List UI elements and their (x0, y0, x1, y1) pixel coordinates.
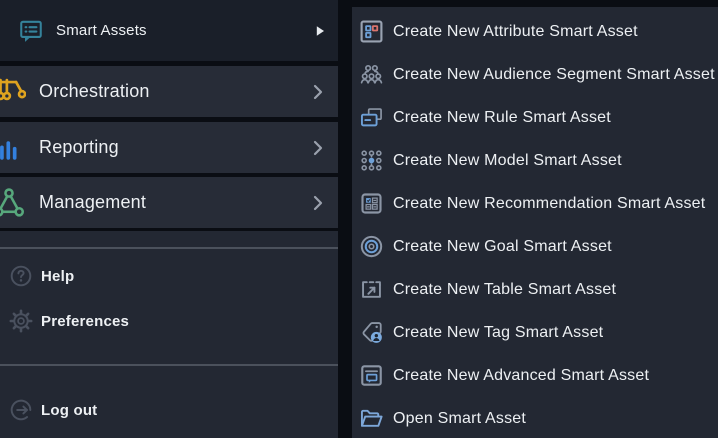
menu-item-create-table[interactable]: Create New Table Smart Asset (352, 268, 718, 311)
sidebar-secondary-section: Help Preferences (0, 249, 338, 364)
sidebar: Smart Assets Orchestration (0, 0, 338, 438)
menu-item-create-rule[interactable]: Create New Rule Smart Asset (352, 96, 718, 139)
sidebar-item-reporting[interactable]: Reporting (0, 122, 338, 173)
sidebar-item-label: Management (39, 192, 146, 213)
sidebar-spacer (0, 231, 338, 247)
sidebar-item-label: Help (41, 268, 74, 285)
sidebar-item-label: Preferences (41, 313, 129, 330)
goal-icon (358, 233, 385, 260)
sidebar-item-label: Smart Assets (56, 22, 147, 39)
menu-item-create-advanced[interactable]: Create New Advanced Smart Asset (352, 354, 718, 397)
sidebar-item-label: Reporting (39, 137, 119, 158)
menu-item-create-tag[interactable]: Create New Tag Smart Asset (352, 311, 718, 354)
chat-list-icon (17, 17, 45, 45)
logout-arrow-icon (6, 395, 36, 425)
triangle-right-icon (312, 23, 328, 39)
smart-assets-flyout-menu: Create New Attribute Smart Asset Create … (352, 7, 718, 438)
sidebar-item-orchestration[interactable]: Orchestration (0, 66, 338, 117)
menu-item-open-smart-asset[interactable]: Open Smart Asset (352, 397, 718, 438)
model-icon (358, 147, 385, 174)
recommendation-icon (358, 190, 385, 217)
sidebar-logout-section: Log out (0, 366, 338, 438)
sidebar-item-label: Log out (41, 402, 97, 419)
bar-chart-icon (0, 131, 26, 165)
chevron-right-icon (308, 138, 328, 158)
chevron-right-icon (308, 82, 328, 102)
menu-item-label: Create New Goal Smart Asset (393, 238, 612, 256)
menu-item-label: Create New Audience Segment Smart Asset (393, 66, 715, 84)
menu-item-label: Create New Table Smart Asset (393, 281, 616, 299)
menu-item-label: Create New Attribute Smart Asset (393, 23, 638, 41)
sidebar-item-preferences[interactable]: Preferences (0, 301, 338, 341)
menu-item-create-attribute[interactable]: Create New Attribute Smart Asset (352, 10, 718, 53)
table-icon (358, 276, 385, 303)
sidebar-item-help[interactable]: Help (0, 256, 338, 296)
menu-item-create-audience-segment[interactable]: Create New Audience Segment Smart Asset (352, 53, 718, 96)
audience-icon (358, 61, 385, 88)
menu-item-label: Create New Model Smart Asset (393, 152, 622, 170)
sidebar-item-logout[interactable]: Log out (0, 390, 338, 430)
menu-item-label: Create New Rule Smart Asset (393, 109, 611, 127)
menu-item-create-goal[interactable]: Create New Goal Smart Asset (352, 225, 718, 268)
open-folder-icon (358, 405, 385, 432)
sidebar-item-label: Orchestration (39, 81, 150, 102)
rule-icon (358, 104, 385, 131)
attribute-icon (358, 18, 385, 45)
menu-item-label: Create New Recommendation Smart Asset (393, 195, 705, 213)
question-circle-icon (6, 261, 36, 291)
menu-item-label: Create New Tag Smart Asset (393, 324, 603, 342)
network-icon (0, 186, 26, 220)
sidebar-item-smart-assets[interactable]: Smart Assets (0, 0, 338, 61)
gear-icon (6, 306, 36, 336)
menu-item-create-recommendation[interactable]: Create New Recommendation Smart Asset (352, 182, 718, 225)
orchestration-icon (0, 75, 26, 109)
tag-icon (358, 319, 385, 346)
menu-item-label: Open Smart Asset (393, 410, 526, 428)
menu-item-create-model[interactable]: Create New Model Smart Asset (352, 139, 718, 182)
sidebar-item-management[interactable]: Management (0, 177, 338, 228)
advanced-icon (358, 362, 385, 389)
menu-item-label: Create New Advanced Smart Asset (393, 367, 649, 385)
chevron-right-icon (308, 193, 328, 213)
